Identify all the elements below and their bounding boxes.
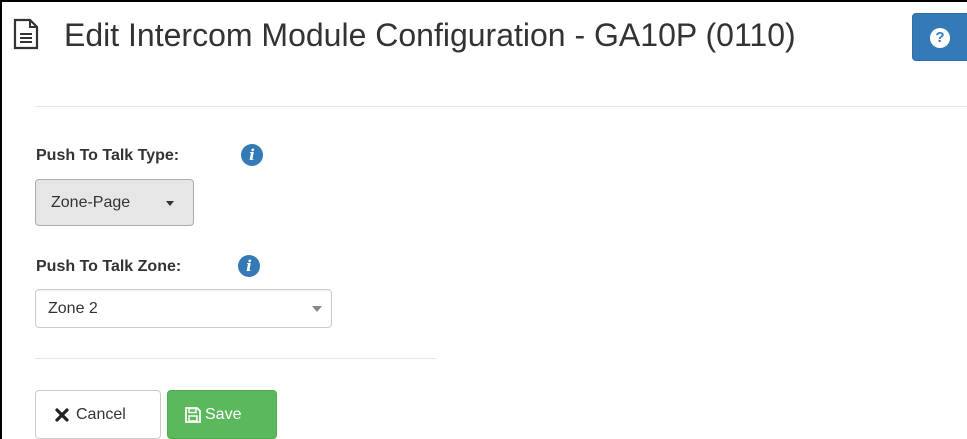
help-button[interactable]: ?	[912, 13, 967, 61]
save-button-label: Save	[205, 406, 242, 423]
push-to-talk-zone-info-icon[interactable]: i	[238, 255, 260, 277]
page-header: Edit Intercom Module Configuration - GA1…	[0, 0, 967, 80]
form-divider	[35, 358, 436, 359]
save-button[interactable]: Save	[167, 390, 277, 439]
document-icon	[13, 18, 39, 50]
cancel-button[interactable]: Cancel	[35, 390, 161, 439]
page-title: Edit Intercom Module Configuration - GA1…	[64, 17, 796, 53]
push-to-talk-zone-select[interactable]: Zone 2	[35, 289, 332, 328]
question-circle-icon: ?	[930, 28, 950, 48]
close-icon	[55, 408, 69, 422]
push-to-talk-zone-label: Push To Talk Zone:	[36, 258, 182, 275]
push-to-talk-type-label: Push To Talk Type:	[36, 147, 180, 164]
push-to-talk-zone-value: Zone 2	[48, 300, 98, 317]
push-to-talk-type-dropdown[interactable]: Zone-Page	[35, 179, 194, 226]
caret-down-icon	[166, 201, 174, 206]
cancel-button-label: Cancel	[76, 406, 126, 423]
floppy-disk-icon	[185, 407, 201, 423]
select-arrow-icon	[312, 306, 322, 312]
push-to-talk-type-value: Zone-Page	[51, 194, 131, 211]
push-to-talk-type-info-icon[interactable]: i	[241, 144, 263, 166]
header-divider	[35, 106, 967, 107]
